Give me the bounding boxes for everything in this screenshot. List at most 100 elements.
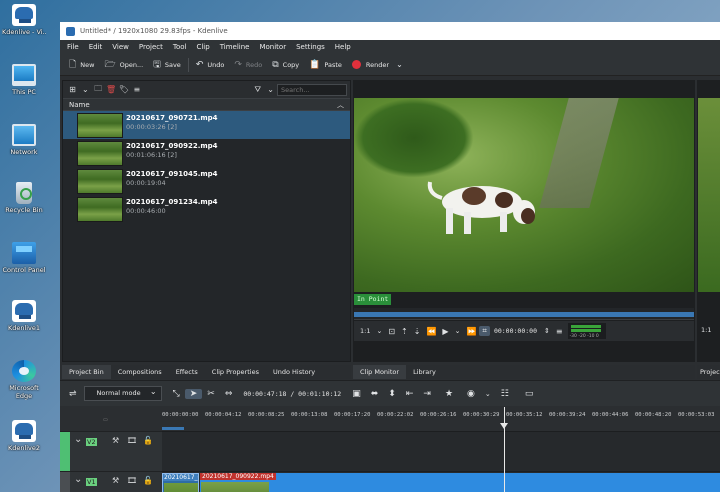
extract-icon[interactable]: ⇤ [401, 389, 419, 399]
desktop-icon-recycle-bin[interactable]: Recycle Bin [2, 182, 46, 214]
chevron-down-icon[interactable]: ⌄ [74, 434, 82, 445]
desktop-icon-kdenlive[interactable]: Kdenlive - Vi... [2, 4, 46, 36]
set-out-point-icon[interactable]: ⇣ [411, 327, 424, 336]
crop-icon[interactable]: ⌗ [479, 326, 490, 336]
rewind-icon[interactable]: ⏪ [423, 327, 439, 336]
playhead-line[interactable] [504, 407, 505, 492]
menu-monitor[interactable]: Monitor [254, 43, 291, 51]
timeline-clip[interactable]: 20210617_090922.mp4 [200, 473, 720, 492]
monitor-ruler[interactable] [354, 308, 694, 320]
bin-search-input[interactable] [277, 83, 347, 96]
lock-icon[interactable]: 🔓 [143, 476, 153, 485]
tab-project-bin[interactable]: Project Bin [62, 365, 111, 379]
bin-column-header[interactable]: Name ︿ [63, 98, 350, 111]
subtitle-icon[interactable]: ▭ [520, 389, 539, 399]
menu-view[interactable]: View [107, 43, 134, 51]
track-header-v1[interactable]: ⌄ V1 ⚒ 🎞 🔓 [60, 471, 162, 492]
set-in-point-icon[interactable]: ⇡ [398, 327, 411, 336]
open-button[interactable]: 🗁 Open... [99, 56, 148, 74]
insert-icon[interactable]: ⬌ [366, 389, 384, 399]
menu-tool[interactable]: Tool [168, 43, 192, 51]
menu-help[interactable]: Help [330, 43, 356, 51]
tag-icon[interactable]: 🏷 [118, 85, 131, 94]
edit-mode-select[interactable]: Normal mode [83, 385, 162, 401]
add-folder-icon[interactable]: 🗀 [92, 83, 105, 97]
monitor-timecode[interactable]: 00:00:00:00 [490, 327, 541, 335]
chevron-down-icon[interactable]: ⌄ [396, 60, 403, 69]
save-button[interactable]: 🖫 Save [148, 56, 186, 74]
tab-clip-monitor[interactable]: Clip Monitor [353, 365, 407, 379]
effect-wand-icon[interactable]: ⚒ [112, 436, 119, 445]
timeline-ruler[interactable]: 00:00:00:00 00:00:04:12 00:00:08:25 00:0… [162, 407, 720, 431]
menu-settings[interactable]: Settings [291, 43, 330, 51]
project-monitor-frame[interactable] [698, 98, 720, 292]
chevron-down-icon[interactable]: ⌄ [264, 85, 277, 94]
track-lane-v2[interactable] [162, 431, 720, 471]
bin-clip-item[interactable]: 20210617_090922.mp4 00:01:06:16 [2] [63, 139, 350, 167]
desktop-icon-control-panel[interactable]: Control Panel [2, 242, 46, 274]
desktop-icon-network[interactable]: Network [2, 124, 46, 156]
zone-bar[interactable] [162, 427, 184, 430]
chevron-down-icon[interactable]: ⌄ [79, 85, 92, 94]
split-audio-icon[interactable]: ▣ [347, 389, 366, 399]
timeline-timecode[interactable]: 00:00:47:18 / 00:01:10:12 [237, 390, 347, 398]
lock-icon[interactable]: 🔓 [143, 436, 153, 445]
effect-wand-icon[interactable]: ⚒ [112, 476, 119, 485]
redo-button[interactable]: ↷ Redo [229, 56, 267, 74]
title-bar[interactable]: Untitled* / 1920x1080 29.83fps - Kdenliv… [60, 22, 720, 40]
desktop-icon-this-pc[interactable]: This PC [2, 64, 46, 96]
hamburger-menu-icon[interactable]: ≡ [553, 327, 566, 336]
bin-clip-item[interactable]: 20210617_091045.mp4 00:00:19:04 [63, 167, 350, 195]
tab-clip-properties[interactable]: Clip Properties [205, 365, 266, 379]
forward-icon[interactable]: ⏩ [463, 327, 479, 336]
monitor-zoom[interactable]: 1:1 [357, 327, 373, 335]
spacer-tool-icon[interactable]: ⤡ [168, 389, 185, 399]
fullscreen-icon[interactable]: ⊡ [385, 327, 398, 336]
film-icon[interactable]: 🎞 [127, 476, 137, 485]
tab-undo-history[interactable]: Undo History [266, 365, 322, 379]
timeline-clip[interactable]: 20210617_0 [162, 473, 199, 492]
desktop-icon-kdenlive1[interactable]: Kdenlive1 [2, 300, 46, 332]
chevron-down-icon[interactable]: ⌄ [74, 474, 82, 485]
render-button[interactable]: Render ⌄ [347, 56, 412, 74]
chevron-down-icon[interactable]: ⌄ [480, 390, 496, 398]
tab-project-monitor[interactable]: Project [697, 365, 720, 379]
filter-icon[interactable]: ⛛ [251, 85, 264, 95]
slip-tool-icon[interactable]: ⇔ [220, 389, 238, 399]
trash-icon[interactable]: 🗑 [105, 85, 118, 94]
menu-project[interactable]: Project [134, 43, 168, 51]
copy-button[interactable]: ⧉ Copy [267, 56, 304, 74]
record-icon[interactable]: ◉ [462, 389, 480, 399]
desktop-icon-kdenlive2[interactable]: Kdenlive2 [2, 420, 46, 452]
tab-effects[interactable]: Effects [169, 365, 205, 379]
undo-button[interactable]: ↶ Undo [191, 56, 230, 74]
playhead-marker[interactable] [500, 423, 508, 429]
hamburger-menu-icon[interactable]: ≡ [130, 85, 143, 94]
chevron-down-icon[interactable]: ⌄ [373, 327, 385, 335]
favorite-star-icon[interactable]: ★ [440, 389, 458, 399]
menu-clip[interactable]: Clip [191, 43, 214, 51]
overwrite-icon[interactable]: ⬍ [383, 389, 401, 399]
tab-library[interactable]: Library [406, 365, 443, 379]
new-button[interactable]: 🗋 New [64, 56, 99, 74]
monitor-video-frame[interactable] [354, 98, 694, 292]
menu-file[interactable]: File [62, 43, 84, 51]
paste-button[interactable]: 📋 Paste [304, 56, 347, 74]
mixer-icon[interactable]: ☷ [496, 389, 514, 399]
bin-clip-item[interactable]: 20210617_091234.mp4 00:00:46:00 [63, 195, 350, 223]
menu-edit[interactable]: Edit [84, 43, 108, 51]
tab-compositions[interactable]: Compositions [111, 365, 169, 379]
track-header-v2[interactable]: ⌄ V2 ⚒ 🎞 🔓 [60, 431, 162, 471]
razor-tool-icon[interactable]: ✂ [202, 389, 220, 399]
film-icon[interactable]: 🎞 [127, 436, 137, 445]
desktop-icon-edge[interactable]: Microsoft Edge [2, 360, 46, 400]
lift-icon[interactable]: ⇥ [418, 389, 436, 399]
play-icon[interactable]: ▶ [439, 327, 451, 336]
spinner-icon[interactable]: ⇕ [541, 327, 553, 335]
selection-tool-icon[interactable]: ➤ [184, 388, 203, 399]
bin-view-icon[interactable]: ⊞ [66, 85, 79, 94]
menu-timeline[interactable]: Timeline [215, 43, 255, 51]
track-settings-icon[interactable]: ⇌ [64, 389, 82, 399]
chevron-down-icon[interactable]: ⌄ [452, 327, 464, 335]
bin-clip-item[interactable]: 20210617_090721.mp4 00:00:03:26 [2] [63, 111, 350, 139]
